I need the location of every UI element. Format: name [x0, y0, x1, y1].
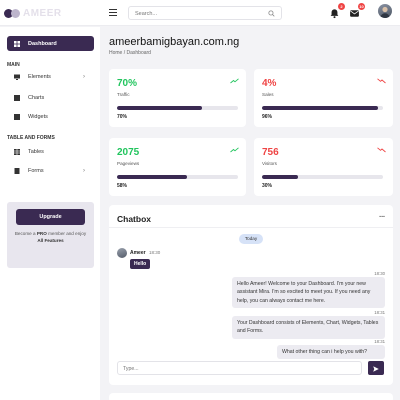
sender-avatar: [117, 248, 127, 258]
upgrade-panel: Upgrade Become a PRO member and enjoy Al…: [7, 202, 94, 268]
sidebar-section-main: MAIN: [7, 62, 20, 68]
trend-up-icon: [230, 147, 239, 153]
notifications-button[interactable]: 2: [329, 3, 345, 19]
send-icon: [373, 366, 379, 372]
sidebar-item-label: Elements: [28, 73, 51, 80]
top-bar: AMEER 2 10: [0, 0, 400, 26]
progress-track: [117, 106, 238, 110]
sidebar-item-label: Forms: [28, 167, 44, 174]
stat-value: 70%: [117, 78, 138, 89]
stat-percent: 70%: [117, 114, 128, 120]
user-avatar[interactable]: [378, 4, 392, 18]
sent-message: Hello: [130, 259, 151, 269]
reply-message: Your Dashboard consists of Elements, Cha…: [232, 316, 385, 339]
stat-label: Sales: [262, 92, 274, 97]
sender-name: Ameer: [130, 250, 146, 256]
upgrade-description: Become a PRO member and enjoy All Featur…: [14, 231, 87, 243]
messages-button[interactable]: 10: [349, 3, 365, 18]
stat-value: 4%: [262, 78, 277, 89]
upgrade-button[interactable]: Upgrade: [16, 209, 85, 225]
search-icon[interactable]: [268, 10, 275, 17]
table-icon: [14, 148, 20, 155]
chevron-right-icon: ›: [83, 167, 85, 174]
notifications-badge: 2: [338, 3, 345, 10]
divider: [109, 227, 393, 228]
search-box[interactable]: [128, 6, 282, 20]
reply-message: What other thing can i help you with?: [277, 345, 385, 360]
logo[interactable]: AMEER: [4, 6, 62, 20]
user-avatar-image: [380, 6, 390, 18]
progress-fill: [117, 175, 188, 179]
stat-value: 756: [262, 147, 279, 158]
trend-down-icon: [377, 147, 386, 153]
trend-down-icon: [377, 78, 386, 84]
stat-card-visitors: 756 Visitors 30%: [254, 138, 393, 196]
chatbox-card: Chatbox ... Today Ameer 18:30 Hello 18:3…: [109, 205, 393, 385]
date-chip: Today: [239, 234, 263, 244]
sender-time: 18:30: [149, 250, 161, 255]
breadcrumb: Home / Dashboard: [109, 50, 151, 56]
bell-icon: [330, 9, 339, 19]
monitor-icon: [14, 74, 20, 80]
sidebar-item-tables[interactable]: Tables: [7, 144, 94, 159]
sidebar: Dashboard MAIN Elements › Charts Widgets…: [0, 27, 100, 400]
logo-text: AMEER: [23, 7, 62, 19]
reply-time: 18:30: [374, 271, 385, 276]
stat-label: Visitors: [262, 161, 277, 166]
progress-fill: [262, 175, 299, 179]
forms-icon: [14, 167, 20, 174]
logo-mark-secondary: [11, 8, 20, 18]
trend-up-icon: [230, 78, 239, 84]
sidebar-item-dashboard[interactable]: Dashboard: [7, 36, 94, 51]
stat-card-traffic: 70% Traffic 70%: [109, 69, 246, 127]
stat-percent: 30%: [262, 183, 273, 189]
progress-fill: [117, 106, 202, 110]
stat-value: 2075: [117, 147, 140, 158]
chat-input[interactable]: [123, 364, 353, 373]
send-button[interactable]: [368, 361, 384, 375]
progress-track: [262, 106, 383, 110]
search-input[interactable]: [135, 9, 265, 18]
messages-badge: 10: [358, 3, 365, 10]
chatbox-title: Chatbox: [117, 214, 151, 224]
chevron-right-icon: ›: [83, 73, 85, 80]
page-title: ameerbamigbayan.com.ng: [109, 36, 240, 48]
sidebar-item-label: Widgets: [28, 113, 48, 120]
widgets-icon: [14, 113, 20, 120]
stat-card-pageviews: 2075 Pageviews 58%: [109, 138, 246, 196]
mail-icon: [350, 10, 359, 17]
sidebar-item-elements[interactable]: Elements ›: [7, 69, 94, 84]
sidebar-item-forms[interactable]: Forms ›: [7, 163, 94, 178]
stat-card-sales: 4% Sales 96%: [254, 69, 393, 127]
sidebar-section-tables-forms: TABLE AND FORMS: [7, 135, 55, 141]
reply-message: Hello Ameer! Welcome to your Dashboard. …: [232, 277, 385, 309]
chat-input-box[interactable]: [117, 361, 362, 375]
progress-track: [262, 175, 383, 179]
more-options-icon[interactable]: ...: [379, 212, 385, 219]
stat-label: Pageviews: [117, 161, 140, 166]
chart-icon: [14, 94, 20, 101]
stat-label: Traffic: [117, 92, 130, 97]
stat-percent: 96%: [262, 114, 273, 120]
sidebar-item-label: Charts: [28, 94, 45, 101]
sidebar-item-charts[interactable]: Charts: [7, 90, 94, 105]
next-card: [109, 393, 393, 400]
stat-percent: 58%: [117, 183, 128, 189]
dashboard-icon: [14, 40, 20, 47]
menu-toggle-icon[interactable]: [109, 7, 117, 18]
progress-fill: [262, 106, 379, 110]
sidebar-item-label: Dashboard: [28, 40, 57, 47]
reply-time: 18:31: [374, 310, 385, 315]
sidebar-item-widgets[interactable]: Widgets: [7, 109, 94, 124]
progress-track: [117, 175, 238, 179]
sidebar-item-label: Tables: [28, 148, 44, 155]
reply-time: 18:31: [374, 339, 385, 344]
